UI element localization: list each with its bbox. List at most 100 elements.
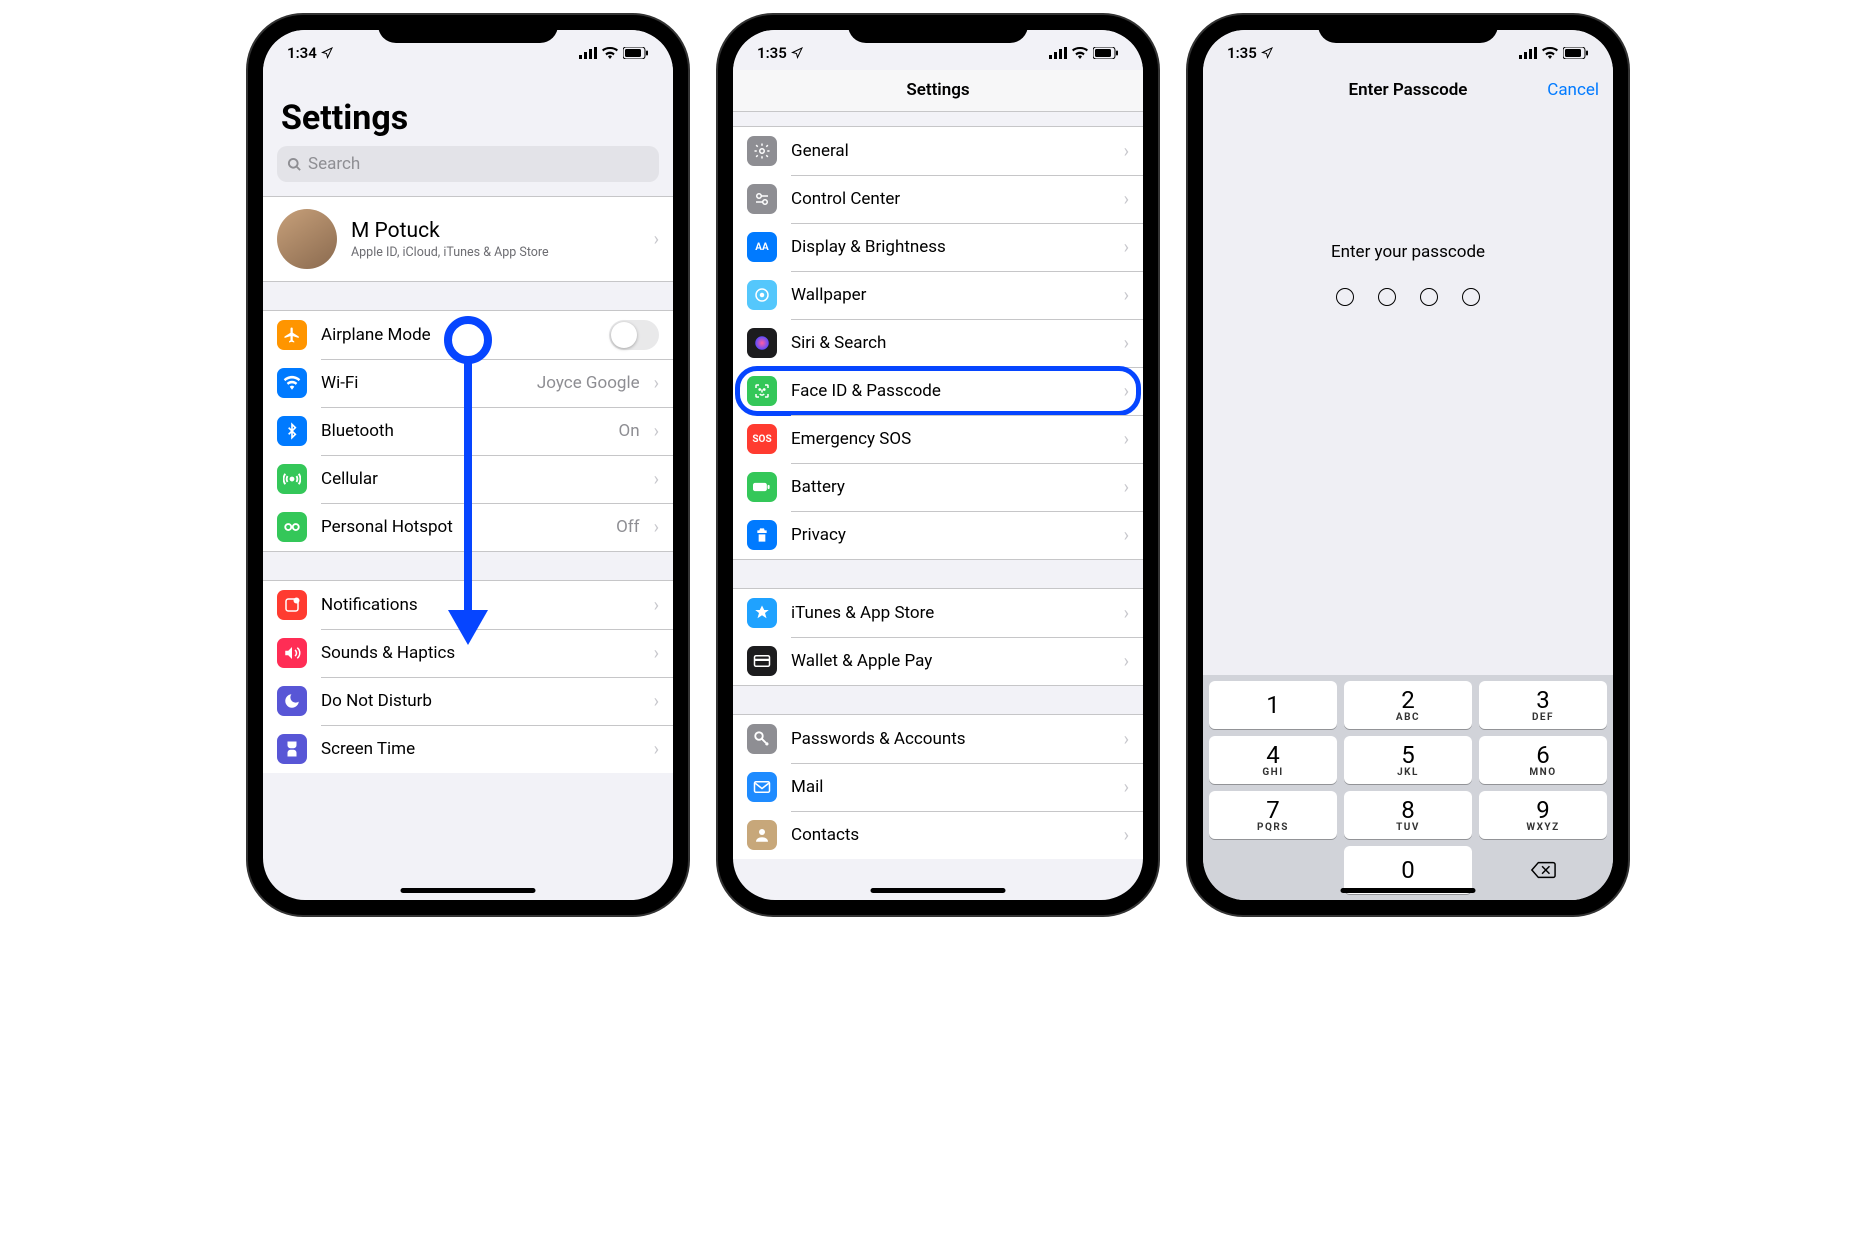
settings-row-do-not-disturb[interactable]: Do Not Disturb›	[263, 677, 673, 725]
chevron-right-icon: ›	[1124, 477, 1129, 498]
settings-row-cellular[interactable]: Cellular›	[263, 455, 673, 503]
wifi-icon	[277, 368, 307, 398]
keypad-key-0[interactable]: 0	[1344, 846, 1472, 894]
keypad-key-8[interactable]: 8TUV	[1344, 791, 1472, 839]
settings-row-display-brightness[interactable]: AADisplay & Brightness›	[733, 223, 1143, 271]
phone-frame-1: 1:34 Settings Search M Potuck	[248, 15, 688, 915]
settings-row-personal-hotspot[interactable]: Personal HotspotOff›	[263, 503, 673, 551]
signal-icon	[579, 47, 597, 59]
settings-row-face-id-passcode[interactable]: Face ID & Passcode ›	[733, 367, 1143, 415]
keypad-key-4[interactable]: 4GHI	[1209, 736, 1337, 784]
row-label: Mail	[791, 777, 1110, 797]
keypad-key-7[interactable]: 7PQRS	[1209, 791, 1337, 839]
notch	[378, 15, 558, 43]
status-time: 1:34	[287, 44, 317, 62]
key-letters: TUV	[1396, 822, 1420, 833]
keypad-key-2[interactable]: 2ABC	[1344, 681, 1472, 729]
cancel-button[interactable]: Cancel	[1547, 80, 1599, 100]
chevron-right-icon: ›	[1124, 237, 1129, 258]
row-label: General	[791, 141, 1110, 161]
key-letters: DEF	[1532, 712, 1554, 723]
chevron-right-icon: ›	[1124, 285, 1129, 306]
chevron-right-icon: ›	[654, 229, 659, 250]
chevron-right-icon: ›	[1124, 333, 1129, 354]
home-indicator[interactable]	[871, 888, 1006, 893]
settings-row-bluetooth[interactable]: BluetoothOn›	[263, 407, 673, 455]
screen-2: 1:35 Settings General›Control Center›AAD…	[733, 30, 1143, 900]
location-icon	[791, 47, 803, 59]
chevron-right-icon: ›	[654, 469, 659, 490]
settings-row-control-center[interactable]: Control Center›	[733, 175, 1143, 223]
settings-row-general[interactable]: General ›	[733, 127, 1143, 175]
key-letters: WXYZ	[1526, 822, 1559, 833]
settings-row-notifications[interactable]: Notifications›	[263, 581, 673, 629]
settings-row-sounds-haptics[interactable]: Sounds & Haptics ›	[263, 629, 673, 677]
settings-row-contacts[interactable]: Contacts›	[733, 811, 1143, 859]
battery-icon	[747, 472, 777, 502]
avatar	[277, 209, 337, 269]
settings-list[interactable]: M Potuck Apple ID, iCloud, iTunes & App …	[263, 196, 673, 900]
settings-row-wallet-apple-pay[interactable]: Wallet & Apple Pay›	[733, 637, 1143, 685]
home-indicator[interactable]	[401, 888, 536, 893]
key-number: 7	[1266, 798, 1280, 822]
settings-row-screen-time[interactable]: Screen Time›	[263, 725, 673, 773]
chevron-right-icon: ›	[654, 643, 659, 664]
chevron-right-icon: ›	[1124, 525, 1129, 546]
settings-row-airplane-mode[interactable]: Airplane Mode	[263, 311, 673, 359]
chevron-right-icon: ›	[1124, 141, 1129, 162]
settings-row-privacy[interactable]: Privacy›	[733, 511, 1143, 559]
keypad-key-6[interactable]: 6MNO	[1479, 736, 1607, 784]
row-label: Do Not Disturb	[321, 691, 640, 711]
passcode-prompt: Enter your passcode	[1331, 242, 1485, 262]
chevron-right-icon: ›	[1124, 777, 1129, 798]
display-icon: AA	[747, 232, 777, 262]
row-label: Face ID & Passcode	[791, 381, 1110, 401]
row-label: Siri & Search	[791, 333, 1110, 353]
search-input[interactable]: Search	[277, 146, 659, 182]
chevron-right-icon: ›	[1124, 825, 1129, 846]
key-letters: ABC	[1396, 712, 1420, 723]
row-label: Wi-Fi	[321, 373, 523, 393]
keypad-key-1[interactable]: 1	[1209, 681, 1337, 729]
keypad-key-5[interactable]: 5JKL	[1344, 736, 1472, 784]
settings-row-wi-fi[interactable]: Wi-FiJoyce Google›	[263, 359, 673, 407]
page-title: Settings	[263, 70, 673, 146]
row-label: Wallpaper	[791, 285, 1110, 305]
settings-row-battery[interactable]: Battery ›	[733, 463, 1143, 511]
settings-row-siri-search[interactable]: Siri & Search ›	[733, 319, 1143, 367]
settings-row-passwords-accounts[interactable]: Passwords & Accounts›	[733, 715, 1143, 763]
row-label: Wallet & Apple Pay	[791, 651, 1110, 671]
keypad-key-3[interactable]: 3DEF	[1479, 681, 1607, 729]
keypad-key-9[interactable]: 9WXYZ	[1479, 791, 1607, 839]
sos-icon: SOS	[747, 424, 777, 454]
chevron-right-icon: ›	[654, 517, 659, 538]
key-number: 5	[1401, 743, 1415, 767]
notch	[1318, 15, 1498, 43]
nav-bar: Settings	[733, 70, 1143, 112]
key-number: 9	[1536, 798, 1550, 822]
key-number: 3	[1536, 688, 1550, 712]
battery-status-icon	[1563, 47, 1589, 59]
settings-list[interactable]: General › Control Center›AADisplay & Brigh…	[733, 112, 1143, 900]
settings-row-mail[interactable]: Mail ›	[733, 763, 1143, 811]
wifi-status-icon	[1542, 47, 1558, 59]
chevron-right-icon: ›	[654, 373, 659, 394]
row-detail: On	[619, 421, 640, 441]
home-indicator[interactable]	[1341, 888, 1476, 893]
battery-status-icon	[623, 47, 649, 59]
toggle-switch[interactable]	[609, 320, 659, 350]
settings-row-itunes-app-store[interactable]: iTunes & App Store›	[733, 589, 1143, 637]
nav-title: Enter Passcode	[1349, 80, 1468, 100]
appstore-icon	[747, 598, 777, 628]
row-label: Battery	[791, 477, 1110, 497]
cellular-icon	[277, 464, 307, 494]
battery-status-icon	[1093, 47, 1119, 59]
row-label: Sounds & Haptics	[321, 643, 640, 663]
settings-row-wallpaper[interactable]: Wallpaper ›	[733, 271, 1143, 319]
profile-row[interactable]: M Potuck Apple ID, iCloud, iTunes & App …	[263, 197, 673, 281]
key-number: 4	[1266, 743, 1280, 767]
key-number: 0	[1401, 858, 1415, 882]
settings-row-emergency-sos[interactable]: SOSEmergency SOS›	[733, 415, 1143, 463]
chevron-right-icon: ›	[1124, 381, 1129, 402]
backspace-key[interactable]	[1479, 846, 1607, 894]
